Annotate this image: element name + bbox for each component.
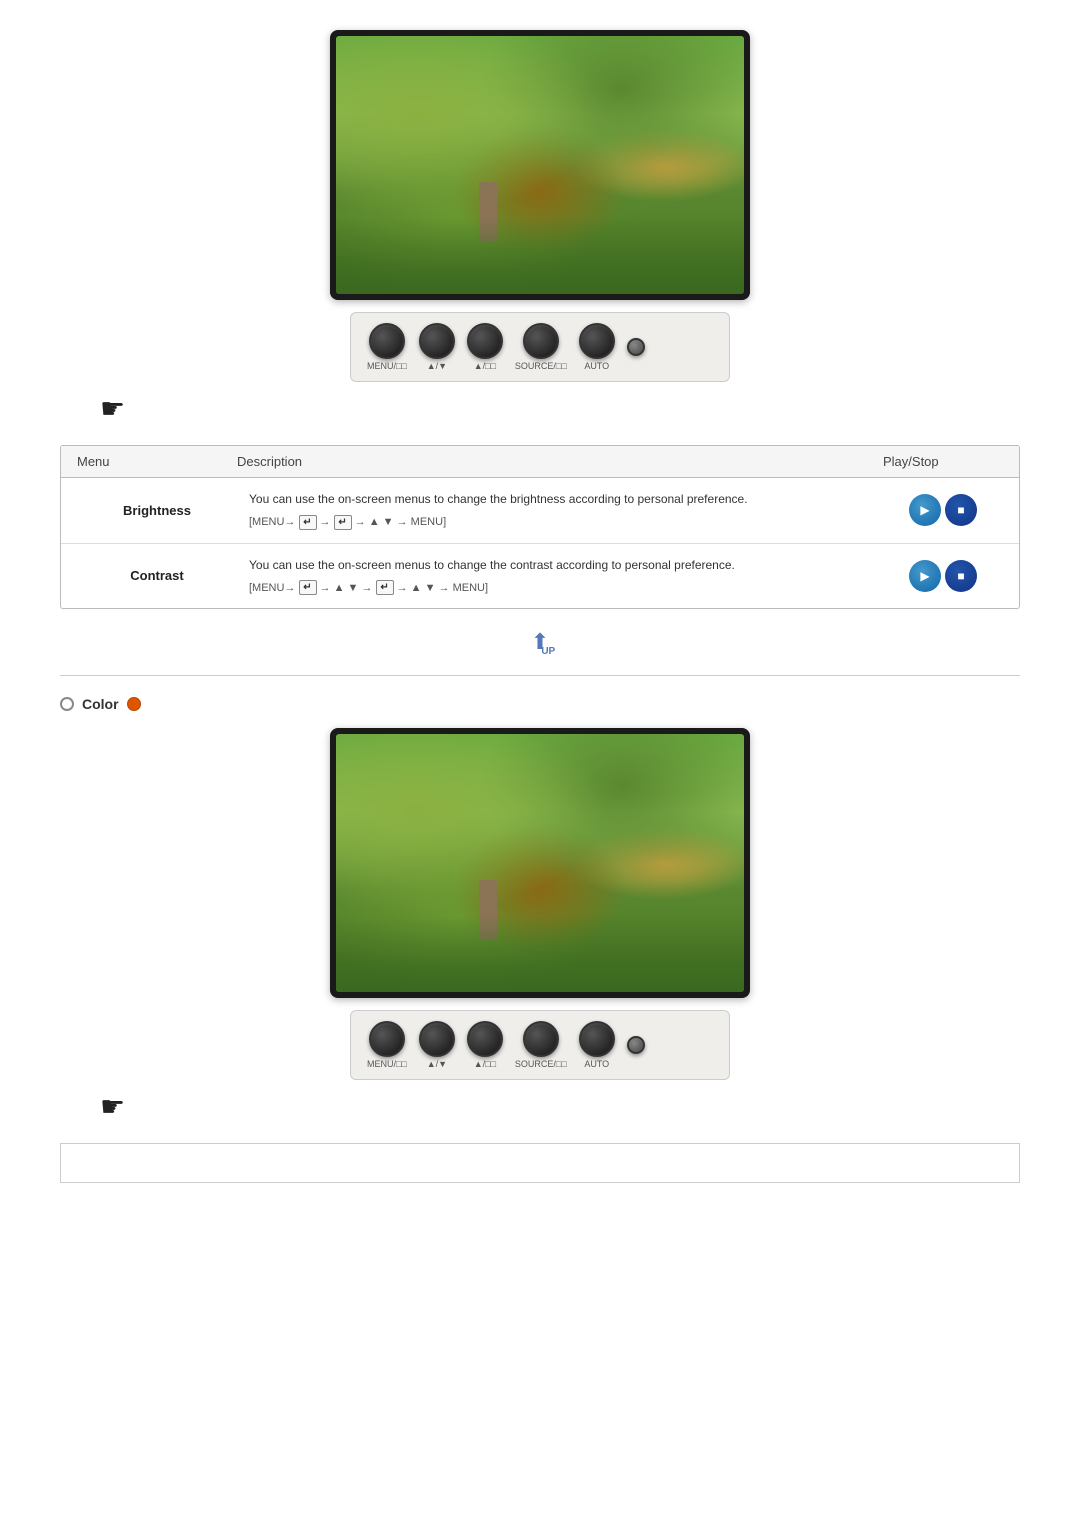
desc-brightness-instruction: [MENU→ ↵ → ↵ → ▲ ▼ → MENU]: [249, 514, 871, 531]
btn-group-menu-1: MENU/□□: [367, 323, 407, 371]
btn-group-power-1: [627, 338, 645, 356]
desc-brightness-main: You can use the on-screen menus to chang…: [249, 490, 871, 508]
monitor-screen-1: [336, 36, 744, 294]
hand-cursor-icon-1: ☛: [100, 392, 125, 425]
playstop-brightness: ▶ ■: [883, 494, 1003, 526]
btn-auto-1[interactable]: [579, 323, 615, 359]
btn-updown-label-2: ▲/□□: [474, 1059, 496, 1069]
btn-source-label-2: SOURCE/□□: [515, 1059, 567, 1069]
btn-power-2[interactable]: [627, 1036, 645, 1054]
key-enter-4: ↵: [376, 580, 394, 595]
btn-group-power-2: [627, 1036, 645, 1054]
btn-group-source-1: SOURCE/□□: [515, 323, 567, 371]
table-header: Menu Description Play/Stop: [61, 446, 1019, 478]
btn-adjust-2[interactable]: [419, 1021, 455, 1057]
description-brightness: You can use the on-screen menus to chang…: [237, 490, 883, 531]
btn-adjust-label-1: ▲/▼: [427, 361, 447, 371]
btn-group-menu-2: MENU/□□: [367, 1021, 407, 1069]
control-panel-1: MENU/□□ ▲/▼ ▲/□□ SOURCE/□□ AUTO: [350, 312, 730, 382]
btn-updown-label-1: ▲/□□: [474, 361, 496, 371]
color-section: Color MENU/□□ ▲/▼: [60, 696, 1020, 1123]
monitor-screen-2: [336, 734, 744, 992]
btn-menu-2[interactable]: [369, 1021, 405, 1057]
stop-btn-brightness[interactable]: ■: [945, 494, 977, 526]
page-wrapper: MENU/□□ ▲/▼ ▲/□□ SOURCE/□□ AUTO: [0, 0, 1080, 1213]
color-section-label: Color: [82, 696, 119, 712]
monitor-frame-2: [330, 728, 750, 998]
up-arrow: ⬆ UP: [531, 629, 549, 655]
btn-auto-2[interactable]: [579, 1021, 615, 1057]
color-section-header: Color: [60, 696, 1020, 712]
hand-cursor-icon-2: ☛: [100, 1090, 125, 1123]
table-row-contrast: Contrast You can use the on-screen menus…: [61, 544, 1019, 609]
description-contrast: You can use the on-screen menus to chang…: [237, 556, 883, 597]
btn-adjust-label-2: ▲/▼: [427, 1059, 447, 1069]
monitor-section-1: MENU/□□ ▲/▼ ▲/□□ SOURCE/□□ AUTO: [60, 30, 1020, 425]
color-dot-filled: [127, 697, 141, 711]
up-arrow-section: ⬆ UP: [60, 629, 1020, 655]
color-dot-empty: [60, 697, 74, 711]
desc-contrast-main: You can use the on-screen menus to chang…: [249, 556, 871, 574]
monitor-frame-1: [330, 30, 750, 300]
btn-auto-label-2: AUTO: [584, 1059, 609, 1069]
btn-source-label-1: SOURCE/□□: [515, 361, 567, 371]
header-description: Description: [237, 454, 883, 469]
desc-contrast-instruction: [MENU→ ↵ → ▲ ▼ → ↵ → ▲ ▼ → MENU]: [249, 580, 871, 597]
btn-group-source-2: SOURCE/□□: [515, 1021, 567, 1069]
menu-label-brightness: Brightness: [77, 503, 237, 518]
playstop-contrast: ▶ ■: [883, 560, 1003, 592]
play-btn-brightness[interactable]: ▶: [909, 494, 941, 526]
btn-group-adjust-1: ▲/▼: [419, 323, 455, 371]
settings-table: Menu Description Play/Stop Brightness Yo…: [60, 445, 1020, 609]
bottom-footer: [60, 1143, 1020, 1183]
screen-nature-2: [336, 734, 744, 992]
header-playstop: Play/Stop: [883, 454, 1003, 469]
btn-menu-1[interactable]: [369, 323, 405, 359]
btn-group-updown-1: ▲/□□: [467, 323, 503, 371]
btn-source-1[interactable]: [523, 323, 559, 359]
btn-source-2[interactable]: [523, 1021, 559, 1057]
btn-updown-2[interactable]: [467, 1021, 503, 1057]
key-enter-1: ↵: [299, 515, 317, 530]
up-label: UP: [541, 646, 555, 657]
monitor-section-2: MENU/□□ ▲/▼ ▲/□□ SOURCE/□□ AUTO: [60, 728, 1020, 1123]
btn-auto-label-1: AUTO: [584, 361, 609, 371]
table-row-brightness: Brightness You can use the on-screen men…: [61, 478, 1019, 544]
btn-group-adjust-2: ▲/▼: [419, 1021, 455, 1069]
btn-updown-1[interactable]: [467, 323, 503, 359]
header-menu: Menu: [77, 454, 237, 469]
btn-group-auto-2: AUTO: [579, 1021, 615, 1069]
section-divider: [60, 675, 1020, 676]
play-btn-contrast[interactable]: ▶: [909, 560, 941, 592]
menu-label-contrast: Contrast: [77, 568, 237, 583]
btn-power-1[interactable]: [627, 338, 645, 356]
btn-menu-label-1: MENU/□□: [367, 361, 407, 371]
screen-nature-1: [336, 36, 744, 294]
btn-group-updown-2: ▲/□□: [467, 1021, 503, 1069]
key-enter-2: ↵: [334, 515, 352, 530]
btn-menu-label-2: MENU/□□: [367, 1059, 407, 1069]
key-enter-3: ↵: [299, 580, 317, 595]
btn-group-auto-1: AUTO: [579, 323, 615, 371]
btn-adjust-1[interactable]: [419, 323, 455, 359]
stop-btn-contrast[interactable]: ■: [945, 560, 977, 592]
control-panel-2: MENU/□□ ▲/▼ ▲/□□ SOURCE/□□ AUTO: [350, 1010, 730, 1080]
